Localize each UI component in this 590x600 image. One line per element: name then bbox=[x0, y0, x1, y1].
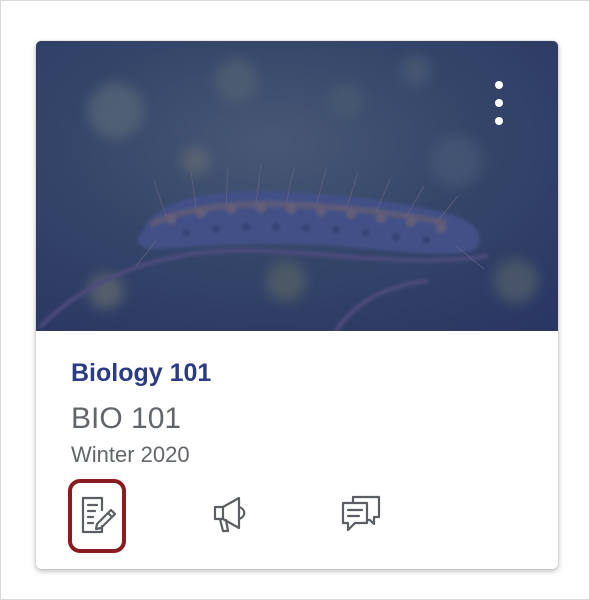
course-card-image[interactable] bbox=[36, 41, 558, 331]
more-options-dot bbox=[495, 117, 503, 125]
assignments-icon bbox=[81, 496, 116, 534]
announcements-icon bbox=[213, 496, 246, 533]
more-options-dot bbox=[495, 81, 503, 89]
course-name-link[interactable]: Biology 101 bbox=[71, 359, 211, 388]
course-code: BIO 101 bbox=[71, 402, 182, 435]
discussions-button[interactable] bbox=[330, 479, 392, 553]
more-options-icon[interactable] bbox=[488, 77, 510, 129]
screenshot-frame: Biology 101 BIO 101 Winter 2020 bbox=[0, 0, 590, 600]
course-card: Biology 101 BIO 101 Winter 2020 bbox=[36, 41, 558, 569]
course-term: Winter 2020 bbox=[71, 442, 190, 467]
assignments-button[interactable] bbox=[68, 479, 126, 553]
discussions-icon bbox=[341, 495, 381, 532]
announcements-button[interactable] bbox=[200, 479, 262, 553]
more-options-dot bbox=[495, 99, 503, 107]
caterpillar-image bbox=[36, 41, 558, 331]
